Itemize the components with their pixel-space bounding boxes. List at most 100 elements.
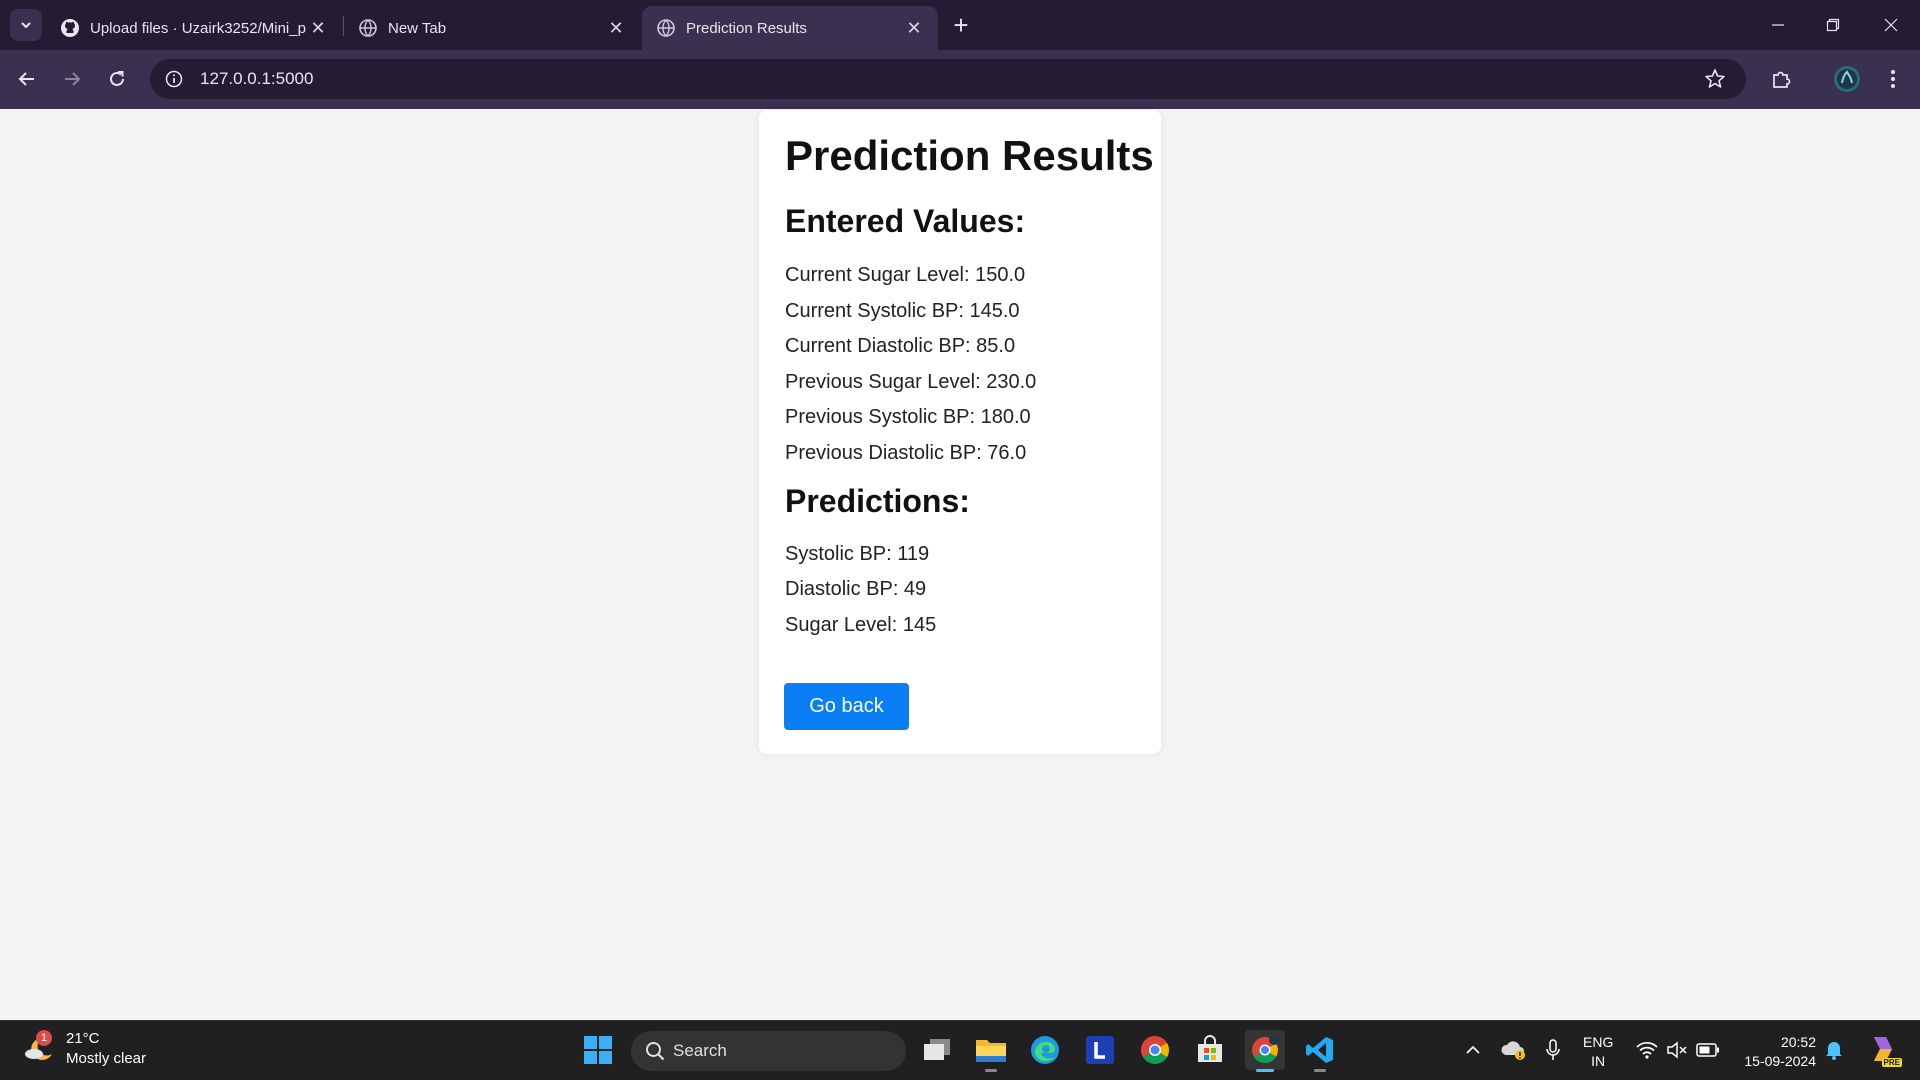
minimize-icon <box>1772 24 1784 26</box>
prediction-line: Diastolic BP: 49 <box>785 578 927 600</box>
browser-menu-button[interactable] <box>1877 63 1909 95</box>
extensions-button[interactable] <box>1765 63 1797 95</box>
address-bar[interactable]: 127.0.0.1:5000 <box>150 59 1746 99</box>
bookmark-star-icon[interactable] <box>1704 68 1726 90</box>
vscode-button[interactable] <box>1300 1030 1340 1072</box>
reload-button[interactable] <box>101 63 133 95</box>
entered-value-line: Previous Diastolic BP: 76.0 <box>785 442 1027 464</box>
start-button[interactable] <box>578 1030 618 1070</box>
wifi-icon <box>1636 1041 1658 1059</box>
edge-button[interactable] <box>1025 1030 1065 1070</box>
browser-tab-strip: Upload files · Uzairk3252/Mini_p ✕ New T… <box>0 0 1920 50</box>
weather-widget[interactable]: 1 21°C Mostly clear <box>22 1029 146 1069</box>
close-window-button[interactable] <box>1871 10 1911 40</box>
search-icon <box>646 1042 665 1061</box>
weather-icon: 1 <box>22 1030 56 1066</box>
notifications-button[interactable] <box>1822 1035 1846 1065</box>
close-tab-icon[interactable]: ✕ <box>904 18 924 39</box>
entered-values-heading: Entered Values: <box>785 203 1026 239</box>
tab-search-button[interactable] <box>10 9 42 41</box>
entered-value-line: Current Diastolic BP: 85.0 <box>785 335 1016 357</box>
weather-description: Mostly clear <box>66 1050 147 1067</box>
arrow-right-icon <box>65 72 81 86</box>
volume-tray-icon[interactable] <box>1664 1035 1690 1065</box>
store-icon <box>1198 1035 1222 1062</box>
chevron-up-icon <box>1466 1045 1480 1054</box>
chrome-active-window-button[interactable] <box>1245 1030 1285 1072</box>
avatar-icon <box>1834 66 1860 92</box>
go-back-button[interactable]: Go back <box>784 683 909 730</box>
new-tab-button[interactable]: + <box>948 10 974 40</box>
entered-value-line: Previous Sugar Level: 230.0 <box>785 371 1037 393</box>
more-vert-icon <box>1891 70 1895 88</box>
running-indicator <box>1314 1069 1326 1072</box>
chrome-icon <box>1141 1036 1169 1064</box>
onedrive-tray-icon[interactable] <box>1500 1035 1528 1065</box>
wifi-tray-icon[interactable] <box>1634 1035 1660 1065</box>
input-language-indicator[interactable]: ENG IN <box>1583 1033 1613 1071</box>
microsoft-store-button[interactable] <box>1190 1030 1230 1070</box>
address-url: 127.0.0.1:5000 <box>200 69 314 88</box>
microphone-icon <box>1546 1039 1560 1060</box>
prediction-line: Sugar Level: 145 <box>785 614 937 636</box>
copilot-badge: PRE <box>1881 1058 1902 1067</box>
tab-upload-files[interactable]: Upload files · Uzairk3252/Mini_p ✕ <box>46 6 342 50</box>
app-l-button[interactable] <box>1080 1030 1120 1070</box>
restore-icon <box>1826 18 1840 32</box>
entered-value-line: Current Systolic BP: 145.0 <box>785 300 1020 322</box>
close-icon <box>1884 18 1898 32</box>
close-tab-icon[interactable]: ✕ <box>308 18 328 39</box>
active-indicator <box>1256 1069 1274 1072</box>
search-label: Search <box>673 1041 727 1060</box>
tab-title: Prediction Results <box>686 19 807 37</box>
reload-icon <box>110 71 124 86</box>
close-tab-icon[interactable]: ✕ <box>606 18 626 39</box>
predictions-heading: Predictions: <box>785 483 970 519</box>
tab-title: Upload files · Uzairk3252/Mini_p <box>90 19 306 37</box>
tab-title: New Tab <box>388 19 447 37</box>
file-explorer-button[interactable] <box>971 1030 1011 1072</box>
folder-icon <box>976 1040 1006 1062</box>
profile-avatar[interactable] <box>1831 63 1863 95</box>
microphone-tray-icon[interactable] <box>1541 1035 1565 1065</box>
results-card: Prediction Results Entered Values: Curre… <box>759 110 1161 754</box>
volume-muted-icon <box>1667 1041 1687 1059</box>
show-hidden-icons-button[interactable] <box>1462 1035 1484 1065</box>
forward-button[interactable] <box>56 63 88 95</box>
site-info-icon[interactable] <box>162 70 186 88</box>
tab-prediction-results[interactable]: Prediction Results ✕ <box>642 6 938 50</box>
page-title: Prediction Results <box>785 132 1154 179</box>
clock-date: 15-09-2024 <box>1744 1053 1816 1069</box>
task-view-button[interactable] <box>917 1030 957 1070</box>
minimize-button[interactable] <box>1758 10 1798 40</box>
windows-logo-icon <box>584 1036 612 1064</box>
running-indicator <box>985 1069 997 1072</box>
language-code: ENG <box>1583 1034 1614 1050</box>
globe-icon <box>359 19 377 37</box>
clock-time: 20:52 <box>1780 1034 1816 1050</box>
tab-new-tab[interactable]: New Tab ✕ <box>344 6 640 50</box>
weather-badge: 1 <box>36 1030 52 1046</box>
entered-value-line: Previous Systolic BP: 180.0 <box>785 406 1031 428</box>
battery-icon <box>1696 1043 1719 1057</box>
back-button[interactable] <box>11 63 43 95</box>
browser-toolbar: 127.0.0.1:5000 <box>0 50 1920 109</box>
battery-tray-icon[interactable] <box>1694 1035 1722 1065</box>
chrome-button[interactable] <box>1135 1030 1175 1070</box>
vscode-icon <box>1306 1037 1333 1063</box>
edge-icon <box>1031 1036 1059 1064</box>
entered-value-line: Current Sugar Level: 150.0 <box>785 264 1026 286</box>
restore-button[interactable] <box>1813 10 1853 40</box>
bell-icon <box>1826 1042 1842 1060</box>
system-clock[interactable]: 20:52 15-09-2024 <box>1736 1033 1816 1071</box>
cloud-warning-icon <box>1501 1041 1525 1060</box>
page-viewport: Prediction Results Entered Values: Curre… <box>0 109 1920 1020</box>
chrome-profile-icon <box>1252 1035 1279 1064</box>
taskbar-search[interactable]: Search <box>631 1031 906 1071</box>
chevron-down-icon <box>21 22 31 29</box>
copilot-button[interactable]: PRE <box>1864 1031 1902 1067</box>
weather-temperature: 21°C <box>66 1030 100 1047</box>
letter-l-app-icon <box>1086 1036 1114 1064</box>
globe-icon <box>657 19 675 37</box>
windows-taskbar: 1 21°C Mostly clear Search ENG IN 20:52 … <box>0 1020 1920 1080</box>
